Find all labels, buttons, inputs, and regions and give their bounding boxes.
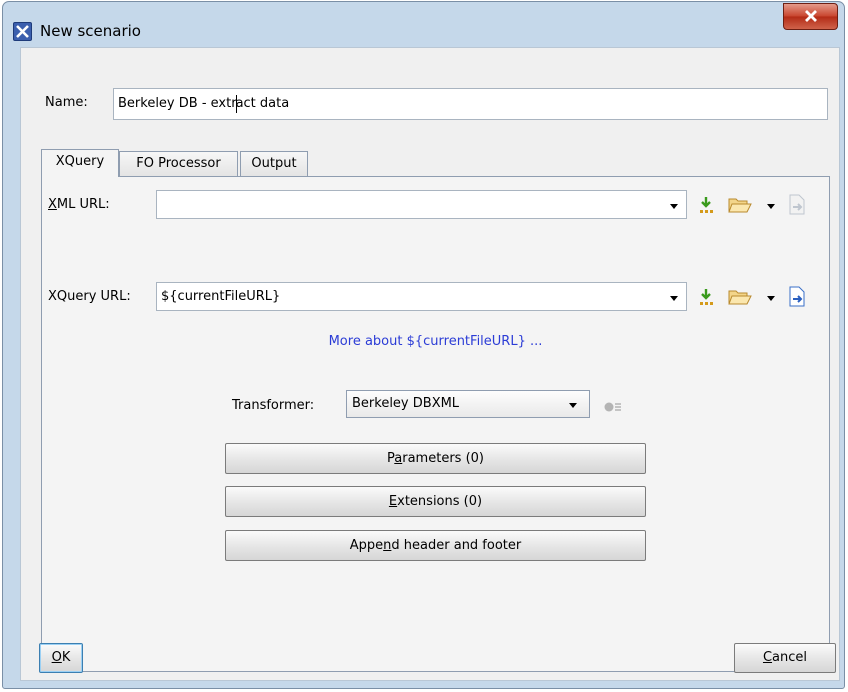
open-in-editor-icon[interactable] bbox=[788, 286, 806, 307]
append-text-end: d header and footer bbox=[391, 538, 522, 553]
title-bar[interactable]: New scenario bbox=[3, 2, 844, 46]
xquery-url-input[interactable]: ${currentFileURL} bbox=[156, 282, 687, 311]
open-in-editor-icon[interactable] bbox=[788, 194, 806, 215]
tab-fo-processor[interactable]: FO Processor bbox=[119, 151, 238, 177]
cancel-text-end: ancel bbox=[772, 650, 808, 665]
extensions-mnemonic: E bbox=[388, 494, 398, 509]
chevron-down-icon bbox=[569, 403, 577, 408]
xquery-tab-panel: XML URL: XQuery URL: ${currentFileURL} M… bbox=[41, 176, 830, 672]
parameters-text-end: rameters (0) bbox=[402, 451, 484, 466]
xquery-url-dropdown-arrow[interactable] bbox=[670, 296, 678, 301]
xml-url-label-text: ML URL: bbox=[56, 197, 110, 212]
transformer-value: Berkeley DBXML bbox=[352, 396, 460, 411]
dialog-content: Name: Berkeley DB - extract data XQuery … bbox=[20, 47, 840, 681]
name-value-start: Berkeley DB - extr bbox=[118, 96, 237, 111]
folder-dropdown-arrow[interactable] bbox=[767, 204, 775, 209]
open-folder-icon[interactable] bbox=[728, 195, 752, 214]
folder-dropdown-arrow[interactable] bbox=[767, 296, 775, 301]
name-value-end: act data bbox=[235, 96, 290, 111]
xquery-url-value: ${currentFileURL} bbox=[161, 289, 281, 304]
name-label: Name: bbox=[45, 95, 88, 110]
xml-url-label: XML URL: bbox=[48, 197, 110, 212]
parameters-button[interactable]: Parameters (0) bbox=[225, 443, 646, 474]
tab-xquery[interactable]: XQuery bbox=[41, 149, 119, 177]
transformer-select[interactable]: Berkeley DBXML bbox=[346, 390, 590, 418]
insert-editor-variables-icon[interactable] bbox=[698, 288, 714, 306]
transformer-label: Transformer: bbox=[232, 398, 315, 413]
more-about-variables-link[interactable]: More about ${currentFileURL} ... bbox=[42, 334, 829, 349]
open-folder-icon[interactable] bbox=[728, 287, 752, 306]
xml-url-dropdown-arrow[interactable] bbox=[670, 204, 678, 209]
ok-text-end: K bbox=[61, 650, 71, 665]
close-x-icon bbox=[805, 10, 817, 22]
close-button[interactable] bbox=[783, 3, 838, 30]
gear-icon[interactable] bbox=[604, 401, 622, 413]
append-text-start: Appe bbox=[349, 538, 384, 553]
tab-output[interactable]: Output bbox=[240, 151, 308, 177]
xml-url-input[interactable] bbox=[156, 190, 687, 219]
cancel-button[interactable]: Cancel bbox=[734, 643, 836, 673]
window-title: New scenario bbox=[40, 22, 141, 40]
insert-editor-variables-icon[interactable] bbox=[698, 196, 714, 214]
ok-button[interactable]: OK bbox=[39, 643, 83, 673]
ok-mnemonic: O bbox=[51, 650, 62, 665]
name-input[interactable]: Berkeley DB - extract data bbox=[113, 88, 828, 120]
xquery-url-label: XQuery URL: bbox=[48, 289, 131, 304]
extensions-text-end: xtensions (0) bbox=[397, 494, 483, 509]
extensions-button[interactable]: Extensions (0) bbox=[225, 486, 646, 517]
cancel-mnemonic: C bbox=[762, 650, 773, 665]
append-header-footer-button[interactable]: Append header and footer bbox=[225, 530, 646, 561]
dialog-window: New scenario Name: Berkeley DB - extract… bbox=[2, 1, 845, 689]
oxygen-x-icon bbox=[13, 22, 32, 41]
xml-url-mnemonic: X bbox=[48, 197, 57, 212]
